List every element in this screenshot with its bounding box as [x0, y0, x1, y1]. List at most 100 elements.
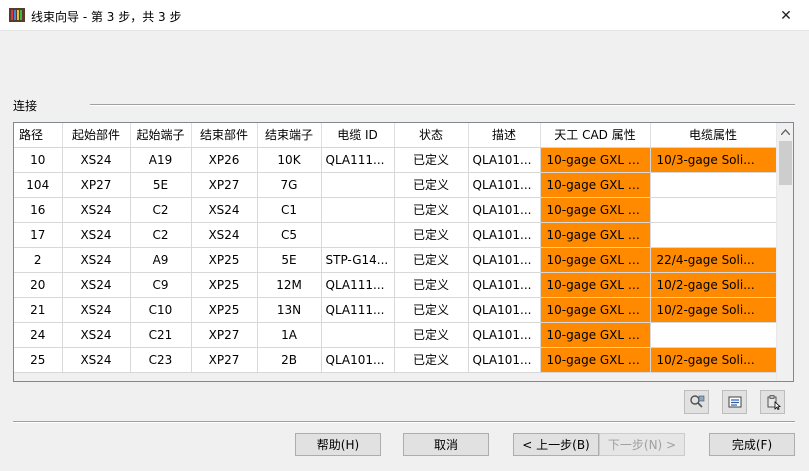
next-button[interactable]: 下一步(N) >	[599, 433, 685, 456]
cell-cable-properties[interactable]	[650, 322, 777, 348]
cell-status[interactable]: 已定义	[394, 247, 469, 273]
cell-cable-id[interactable]: STP-G14...	[321, 247, 395, 273]
cell-cad-properties[interactable]: 10-gage GXL S...	[540, 347, 651, 373]
cell-cable-properties[interactable]	[650, 172, 777, 198]
cell-status[interactable]: 已定义	[394, 272, 469, 298]
cell-cable-properties[interactable]: 10/2-gage Soli...	[650, 347, 777, 373]
cell-status[interactable]: 已定义	[394, 347, 469, 373]
cell-to-part[interactable]: XP25	[191, 247, 258, 273]
cancel-button[interactable]: 取消	[403, 433, 489, 456]
cell-cable-id[interactable]: QLA111...	[321, 272, 395, 298]
cell-to-part[interactable]: XP27	[191, 322, 258, 348]
cell-to-part[interactable]: XP25	[191, 272, 258, 298]
view-properties-button[interactable]	[684, 390, 709, 414]
column-header-cad-properties[interactable]: 天工 CAD 属性	[540, 123, 651, 148]
cell-to-terminal[interactable]: 7G	[257, 172, 322, 198]
help-button[interactable]: 帮助(H)	[295, 433, 381, 456]
cell-path[interactable]: 17	[14, 222, 63, 248]
column-header-from-terminal[interactable]: 起始端子	[130, 123, 192, 148]
cell-from-part[interactable]: XS24	[62, 322, 131, 348]
table-row[interactable]: 16 XS24 C2 XS24 C1 已定义 QLA101... 10-gage GXL S.…	[14, 197, 777, 223]
cell-description[interactable]: QLA101...	[468, 222, 541, 248]
cell-cable-properties[interactable]: 10/3-gage Soli...	[650, 147, 777, 173]
cell-from-part[interactable]: XS24	[62, 347, 131, 373]
cell-to-part[interactable]: XP25	[191, 297, 258, 323]
column-header-description[interactable]: 描述	[468, 123, 541, 148]
cell-to-terminal[interactable]: C5	[257, 222, 322, 248]
cell-description[interactable]: QLA101...	[468, 322, 541, 348]
cell-cad-properties[interactable]: 10-gage GXL S...	[540, 247, 651, 273]
cell-cad-properties[interactable]: 10-gage GXL S...	[540, 272, 651, 298]
cell-cable-id[interactable]	[321, 172, 395, 198]
cell-cable-id[interactable]: QLA101...	[321, 347, 395, 373]
cell-description[interactable]: QLA101...	[468, 347, 541, 373]
cell-cable-properties[interactable]: 10/2-gage Soli...	[650, 272, 777, 298]
column-header-path[interactable]: 路径	[14, 123, 63, 148]
cell-from-terminal[interactable]: C21	[130, 322, 192, 348]
column-header-to-terminal[interactable]: 结束端子	[257, 123, 322, 148]
cell-cable-id[interactable]: QLA111...	[321, 147, 395, 173]
cell-to-part[interactable]: XS24	[191, 197, 258, 223]
cell-from-terminal[interactable]: A9	[130, 247, 192, 273]
column-header-cable-id[interactable]: 电缆 ID	[321, 123, 395, 148]
cell-cad-properties[interactable]: 10-gage GXL S...	[540, 147, 651, 173]
cell-path[interactable]: 24	[14, 322, 63, 348]
cell-to-terminal[interactable]: 5E	[257, 247, 322, 273]
cell-path[interactable]: 2	[14, 247, 63, 273]
column-header-cable-properties[interactable]: 电缆属性	[650, 123, 777, 148]
cell-cad-properties[interactable]: 10-gage GXL S...	[540, 172, 651, 198]
cell-status[interactable]: 已定义	[394, 297, 469, 323]
paste-button[interactable]	[760, 390, 785, 414]
cell-from-terminal[interactable]: A19	[130, 147, 192, 173]
cell-cad-properties[interactable]: 10-gage GXL S...	[540, 197, 651, 223]
cell-to-part[interactable]: XP27	[191, 172, 258, 198]
cell-to-terminal[interactable]: 10K	[257, 147, 322, 173]
cell-status[interactable]: 已定义	[394, 172, 469, 198]
connections-grid[interactable]: 路径 起始部件 起始端子 结束部件 结束端子 电缆 ID 状态 描述 天工 CA…	[13, 122, 794, 382]
cell-from-part[interactable]: XS24	[62, 147, 131, 173]
cell-to-part[interactable]: XS24	[191, 222, 258, 248]
cell-to-part[interactable]: XP26	[191, 147, 258, 173]
cell-to-part[interactable]: XP27	[191, 347, 258, 373]
cell-to-terminal[interactable]: 13N	[257, 297, 322, 323]
finish-button[interactable]: 完成(F)	[709, 433, 795, 456]
cell-path[interactable]: 21	[14, 297, 63, 323]
cell-cad-properties[interactable]: 10-gage GXL S...	[540, 297, 651, 323]
cell-path[interactable]: 20	[14, 272, 63, 298]
column-header-status[interactable]: 状态	[394, 123, 469, 148]
cell-path[interactable]: 104	[14, 172, 63, 198]
table-row[interactable]: 25 XS24 C23 XP27 2B QLA101... 已定义 QLA101... 10-g…	[14, 347, 777, 373]
cell-description[interactable]: QLA101...	[468, 247, 541, 273]
cell-cable-properties[interactable]: 22/4-gage Soli...	[650, 247, 777, 273]
cell-status[interactable]: 已定义	[394, 147, 469, 173]
cell-from-part[interactable]: XS24	[62, 272, 131, 298]
cell-cable-id[interactable]	[321, 222, 395, 248]
vertical-scrollbar[interactable]	[776, 123, 793, 381]
cell-cable-id[interactable]: QLA111...	[321, 297, 395, 323]
cell-to-terminal[interactable]: 12M	[257, 272, 322, 298]
cell-from-terminal[interactable]: C10	[130, 297, 192, 323]
cell-from-terminal[interactable]: C2	[130, 197, 192, 223]
cell-description[interactable]: QLA101...	[468, 272, 541, 298]
cell-description[interactable]: QLA101...	[468, 172, 541, 198]
cell-from-terminal[interactable]: C2	[130, 222, 192, 248]
cell-cad-properties[interactable]: 10-gage GXL S...	[540, 322, 651, 348]
table-row[interactable]: 10 XS24 A19 XP26 10K QLA111... 已定义 QLA101... 10-…	[14, 147, 777, 173]
cell-from-part[interactable]: XS24	[62, 247, 131, 273]
cell-cable-id[interactable]	[321, 322, 395, 348]
cell-status[interactable]: 已定义	[394, 222, 469, 248]
cell-status[interactable]: 已定义	[394, 197, 469, 223]
cell-from-terminal[interactable]: C9	[130, 272, 192, 298]
cell-status[interactable]: 已定义	[394, 322, 469, 348]
cell-from-terminal[interactable]: 5E	[130, 172, 192, 198]
cell-to-terminal[interactable]: C1	[257, 197, 322, 223]
cell-description[interactable]: QLA101...	[468, 197, 541, 223]
cell-cable-properties[interactable]	[650, 197, 777, 223]
cell-from-part[interactable]: XS24	[62, 197, 131, 223]
back-button[interactable]: < 上一步(B)	[513, 433, 599, 456]
table-row[interactable]: 21 XS24 C10 XP25 13N QLA111... 已定义 QLA101... 10-…	[14, 297, 777, 323]
scrollbar-thumb[interactable]	[779, 141, 792, 185]
cell-path[interactable]: 10	[14, 147, 63, 173]
table-properties-button[interactable]	[722, 390, 747, 414]
cell-description[interactable]: QLA101...	[468, 297, 541, 323]
